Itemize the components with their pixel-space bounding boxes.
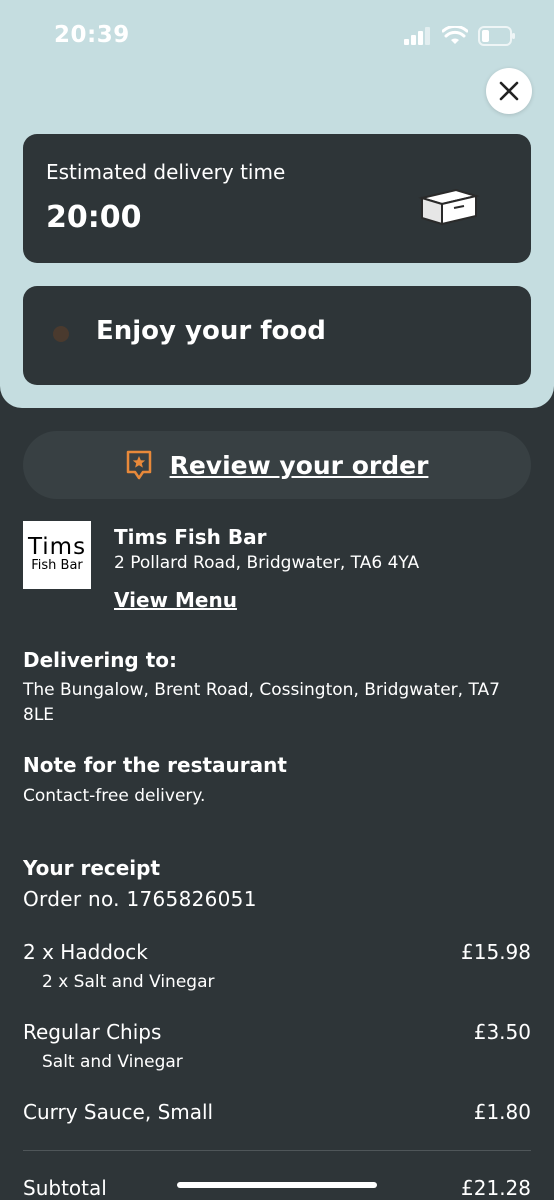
delivery-address: The Bungalow, Brent Road, Cossington, Br… <box>23 680 500 725</box>
order-status-text: Enjoy your food <box>96 316 326 346</box>
receipt-item-option: Salt and Vinegar <box>42 1052 183 1072</box>
wifi-icon <box>442 26 468 44</box>
restaurant-address: 2 Pollard Road, Bridgwater, TA6 4YA <box>114 553 420 573</box>
status-time: 20:39 <box>54 22 130 48</box>
logo-line-2: Fish Bar <box>31 558 83 573</box>
receipt-item-option: 2 x Salt and Vinegar <box>42 972 215 992</box>
status-indicator-dot <box>53 326 69 342</box>
signal-icon <box>404 27 430 45</box>
box-icon <box>418 188 480 226</box>
delivering-to-title: Delivering to: <box>23 648 178 672</box>
receipt-item-price: £1.80 <box>473 1100 531 1124</box>
receipt-item-name: Curry Sauce, Small <box>23 1100 214 1124</box>
receipt-title: Your receipt <box>23 856 161 880</box>
order-status-panel: 20:39 Estimated delivery time 20:00 Enjo… <box>0 0 554 408</box>
receipt-item-price: £3.50 <box>473 1020 531 1044</box>
status-bar: 20:39 <box>0 0 554 72</box>
note-text: Contact-free delivery. <box>23 786 206 806</box>
subtotal-label: Subtotal <box>23 1176 107 1200</box>
review-order-button[interactable]: Review your order <box>23 431 531 499</box>
receipt-item-name: 2 x Haddock <box>23 940 148 964</box>
restaurant-logo: Tims Fish Bar <box>23 521 91 589</box>
logo-line-1: Tims <box>27 534 87 560</box>
note-title: Note for the restaurant <box>23 753 287 777</box>
receipt-item-price: £15.98 <box>461 940 531 964</box>
status-icons <box>404 26 516 46</box>
star-badge-icon <box>126 450 151 480</box>
subtotal-value: £21.28 <box>461 1176 531 1200</box>
receipt-divider <box>23 1150 531 1151</box>
delivery-time-value: 20:00 <box>46 200 142 235</box>
order-number: Order no. 1765826051 <box>23 887 257 911</box>
receipt-item-name: Regular Chips <box>23 1020 162 1044</box>
review-order-label: Review your order <box>169 450 429 480</box>
close-button[interactable] <box>486 68 532 114</box>
home-indicator[interactable] <box>177 1182 377 1188</box>
restaurant-name: Tims Fish Bar <box>114 525 267 549</box>
order-status-card: Enjoy your food <box>23 286 531 385</box>
view-menu-link[interactable]: View Menu <box>114 588 237 612</box>
close-icon <box>499 81 519 101</box>
delivery-time-label: Estimated delivery time <box>46 160 286 184</box>
delivery-time-card: Estimated delivery time 20:00 <box>23 134 531 263</box>
battery-icon <box>478 26 515 46</box>
